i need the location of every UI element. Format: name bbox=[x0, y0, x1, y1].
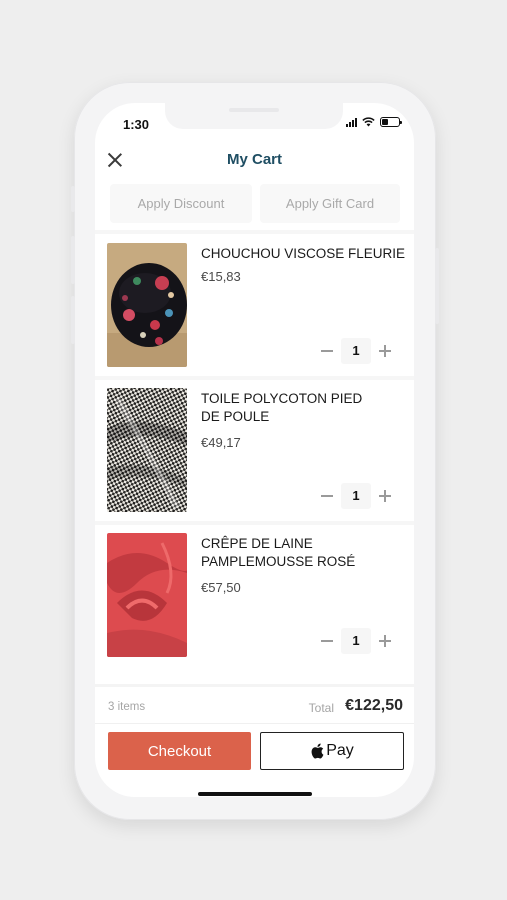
decrease-quantity-icon[interactable] bbox=[320, 489, 334, 503]
cart-item: TOILE POLYCOTON PIED DE POULE €49,17 1 bbox=[95, 388, 414, 529]
wifi-icon bbox=[362, 117, 375, 127]
product-image-wool-crepe[interactable] bbox=[107, 533, 187, 657]
increase-quantity-icon[interactable] bbox=[378, 344, 392, 358]
speaker bbox=[229, 108, 279, 112]
total-value: €122,50 bbox=[345, 697, 403, 714]
cart-item: CHOUCHOU VISCOSE FLEURIE €15,83 1 bbox=[95, 243, 414, 384]
item-name[interactable]: CRÊPE DE LAINE PAMPLEMOUSSE ROSÉ bbox=[201, 535, 381, 571]
product-image-houndstooth[interactable] bbox=[107, 388, 187, 512]
mute-switch bbox=[71, 186, 75, 212]
product-image-scrunchie[interactable] bbox=[107, 243, 187, 367]
cellular-signal-icon bbox=[346, 117, 357, 127]
volume-down-button bbox=[71, 296, 75, 344]
apple-icon bbox=[311, 743, 324, 759]
power-button bbox=[435, 248, 439, 324]
total-label: Total bbox=[308, 701, 334, 715]
apply-discount-button[interactable]: Apply Discount bbox=[110, 184, 252, 223]
quantity-value: 1 bbox=[341, 483, 371, 509]
quantity-value: 1 bbox=[341, 628, 371, 654]
quantity-stepper: 1 bbox=[317, 338, 395, 364]
increase-quantity-icon[interactable] bbox=[378, 634, 392, 648]
volume-up-button bbox=[71, 236, 75, 284]
item-name[interactable]: CHOUCHOU VISCOSE FLEURIE bbox=[201, 245, 411, 263]
decrease-quantity-icon[interactable] bbox=[320, 344, 334, 358]
quantity-stepper: 1 bbox=[317, 628, 395, 654]
apple-pay-button[interactable]: Pay bbox=[260, 732, 404, 770]
cart-item: CRÊPE DE LAINE PAMPLEMOUSSE ROSÉ €57,50 … bbox=[95, 533, 414, 674]
quantity-value: 1 bbox=[341, 338, 371, 364]
apple-pay-label: Pay bbox=[326, 742, 354, 759]
page-title: My Cart bbox=[226, 151, 282, 168]
divider bbox=[95, 376, 414, 380]
battery-level bbox=[382, 119, 389, 125]
apply-gift-card-button[interactable]: Apply Gift Card bbox=[260, 184, 400, 223]
quantity-stepper: 1 bbox=[317, 483, 395, 509]
item-name[interactable]: TOILE POLYCOTON PIED DE POULE bbox=[201, 390, 381, 426]
item-price: €49,17 bbox=[201, 435, 241, 450]
status-icons bbox=[346, 117, 402, 127]
increase-quantity-icon[interactable] bbox=[378, 489, 392, 503]
notch bbox=[165, 103, 343, 129]
divider bbox=[95, 230, 414, 234]
battery-icon bbox=[380, 117, 402, 127]
divider bbox=[95, 521, 414, 525]
items-count: 3 items bbox=[108, 701, 146, 713]
decrease-quantity-icon[interactable] bbox=[320, 634, 334, 648]
checkout-button[interactable]: Checkout bbox=[108, 732, 251, 770]
status-time: 1:30 bbox=[123, 117, 150, 132]
home-indicator[interactable] bbox=[198, 792, 312, 796]
item-price: €15,83 bbox=[201, 269, 241, 284]
item-price: €57,50 bbox=[201, 580, 241, 595]
phone-screen: 1:30 My Cart Apply Discount Apply Gift C… bbox=[95, 103, 414, 797]
cart-summary: 3 items Total €122,50 bbox=[95, 684, 414, 724]
